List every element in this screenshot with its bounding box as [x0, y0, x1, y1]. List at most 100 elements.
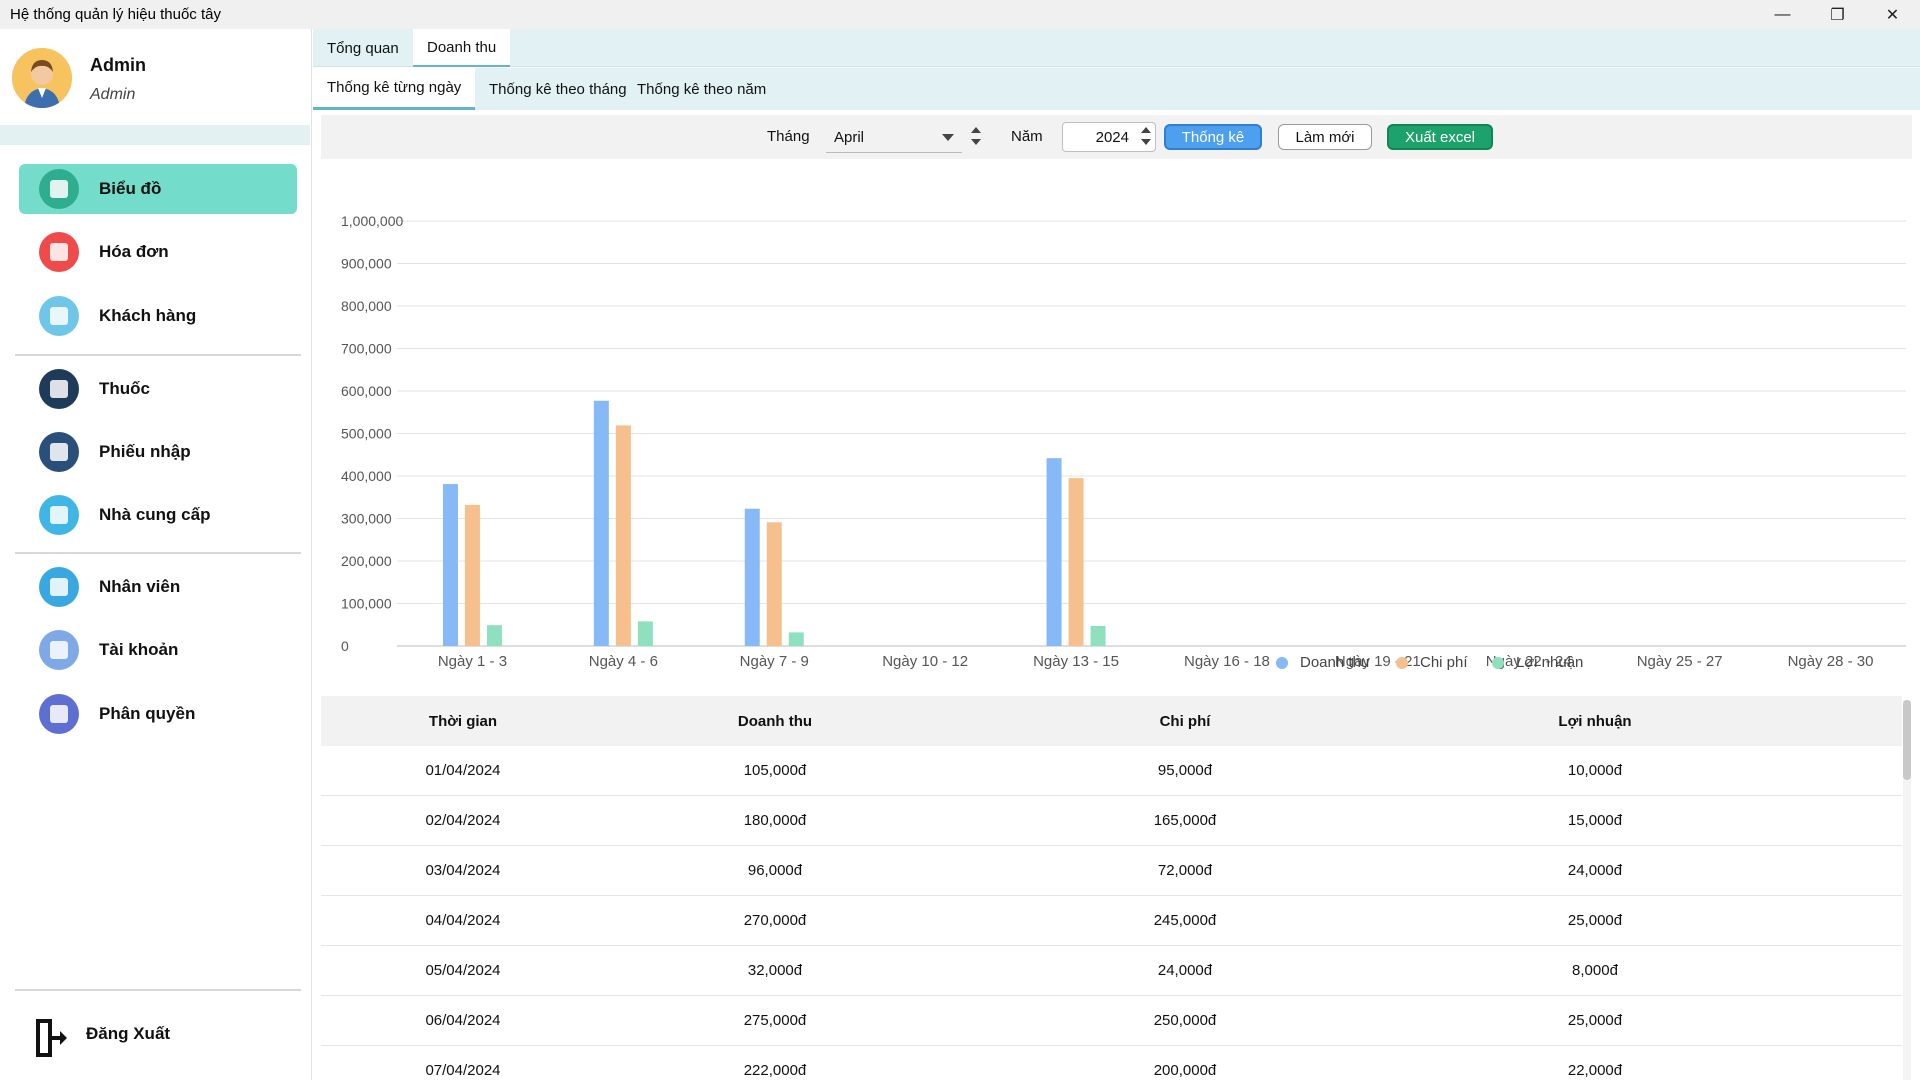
bar-Chi phí[interactable]	[766, 522, 782, 646]
revenue-chart-svg: 1,000,000 900,000 800,000 700,000 600,000 500…	[341, 213, 1906, 670]
bar-Doanh thu[interactable]	[744, 508, 760, 646]
table-cell: 01/04/2024	[425, 762, 501, 779]
sidebar: Admin Admin Biểu đồ Hóa đơn Khách hàng Thuố…	[0, 29, 312, 1080]
y-tick-label: 500,000	[341, 426, 392, 442]
restore-icon: ❐	[1830, 6, 1845, 24]
sidebar-item-6[interactable]: Nhân viên	[19, 562, 297, 612]
month-select[interactable]: April	[826, 121, 962, 153]
spin-down-icon[interactable]	[971, 139, 981, 145]
table-cell: 24,000đ	[1157, 962, 1213, 979]
sidebar-item-5[interactable]: Nhà cung cấp	[19, 490, 297, 540]
year-spinner[interactable]	[1139, 124, 1153, 150]
sidebar-item-label: Khách hàng	[99, 306, 197, 325]
table-cell: 24,000đ	[1567, 862, 1623, 879]
bar-Lợi nhuận[interactable]	[788, 632, 804, 646]
bar-Doanh thu[interactable]	[1046, 458, 1062, 646]
table-cell: 32,000đ	[747, 962, 803, 979]
import-receipt-icon	[39, 432, 79, 472]
account-icon	[39, 630, 79, 670]
table-row[interactable]: 05/04/2024 32,000đ 24,000đ 8,000đ	[321, 946, 1902, 996]
minimize-icon: —	[1774, 5, 1791, 23]
sidebar-item-label: Nhà cung cấp	[99, 505, 211, 524]
window-title: Hệ thống quản lý hiệu thuốc tây	[10, 6, 221, 23]
refresh-button[interactable]: Làm mới	[1278, 124, 1372, 150]
minimize-button[interactable]: —	[1755, 0, 1810, 29]
stats-button-label: Thống kê	[1181, 128, 1245, 146]
table-row[interactable]: 07/04/2024 222,000đ 200,000đ 22,000đ	[321, 1046, 1902, 1080]
header-cost: Chi phí	[1159, 713, 1211, 730]
close-button[interactable]: ✕	[1865, 0, 1920, 29]
invoice-icon-glyph	[50, 243, 68, 261]
sidebar-item-7[interactable]: Tài khoản	[19, 625, 297, 675]
tab-daily-stats[interactable]: Thống kê từng ngày	[313, 68, 476, 110]
y-tick-label: 0	[341, 638, 349, 654]
tab-revenue[interactable]: Doanh thu	[413, 29, 511, 67]
y-tick-label: 200,000	[341, 553, 392, 569]
y-tick-label: 400,000	[341, 468, 392, 484]
tab-monthly-stats[interactable]: Thống kê theo tháng	[475, 68, 641, 110]
customers-icon	[39, 296, 79, 336]
sidebar-item-label: Tài khoản	[99, 640, 179, 659]
bar-Lợi nhuận[interactable]	[637, 621, 653, 646]
chart-icon	[39, 169, 79, 209]
export-excel-button-label: Xuất excel	[1404, 128, 1476, 146]
table-row[interactable]: 01/04/2024 105,000đ 95,000đ 10,000đ	[321, 746, 1902, 796]
employee-icon-glyph	[50, 578, 68, 596]
sidebar-item-3[interactable]: Thuốc	[19, 364, 297, 414]
tab-daily-stats-label: Thống kê từng ngày	[327, 79, 462, 96]
table-row[interactable]: 03/04/2024 96,000đ 72,000đ 24,000đ	[321, 846, 1902, 896]
bar-Chi phí[interactable]	[464, 504, 480, 646]
customers-icon-glyph	[50, 307, 68, 325]
table-cell: 8,000đ	[1572, 962, 1618, 979]
spin-up-icon[interactable]	[971, 127, 981, 133]
table-cell: 165,000đ	[1153, 812, 1217, 829]
sidebar-item-4[interactable]: Phiếu nhập	[19, 427, 297, 477]
logout-button[interactable]: Đăng Xuất	[30, 1009, 290, 1059]
scrollbar-thumb[interactable]	[1903, 700, 1911, 780]
y-tick-label: 300,000	[341, 511, 392, 527]
legend-item[interactable]: Chi phí	[1396, 654, 1468, 671]
table-scrollbar[interactable]	[1903, 700, 1911, 1080]
supplier-icon	[39, 495, 79, 535]
table-cell: 180,000đ	[743, 812, 807, 829]
spin-up-icon[interactable]	[1141, 127, 1151, 133]
month-label: Tháng	[767, 128, 810, 145]
table-cell: 02/04/2024	[425, 812, 501, 829]
table-row[interactable]: 04/04/2024 270,000đ 245,000đ 25,000đ	[321, 896, 1902, 946]
header-revenue: Doanh thu	[737, 713, 813, 730]
bar-Doanh thu[interactable]	[442, 484, 458, 646]
bar-Lợi nhuận[interactable]	[1090, 626, 1106, 646]
table-cell: 15,000đ	[1567, 812, 1623, 829]
tab-yearly-stats-label: Thống kê theo năm	[637, 80, 767, 98]
month-spinner[interactable]	[969, 124, 983, 150]
pill-icon	[39, 369, 79, 409]
bar-Doanh thu[interactable]	[593, 400, 609, 646]
table-cell: 10,000đ	[1567, 762, 1623, 779]
tab-overview[interactable]: Tổng quan	[313, 29, 413, 67]
sidebar-item-1[interactable]: Hóa đơn	[19, 227, 297, 277]
spin-down-icon[interactable]	[1141, 139, 1151, 145]
legend-dot-icon	[1492, 656, 1504, 669]
table-cell: 04/04/2024	[425, 912, 501, 929]
sidebar-item-0[interactable]: Biểu đồ	[19, 164, 297, 214]
table-cell: 222,000đ	[743, 1062, 807, 1079]
table-cell: 25,000đ	[1567, 1012, 1623, 1029]
stats-button[interactable]: Thống kê	[1164, 124, 1262, 150]
bar-Lợi nhuận[interactable]	[486, 625, 502, 646]
restore-button[interactable]: ❐	[1810, 0, 1865, 29]
bar-Chi phí[interactable]	[615, 425, 631, 646]
legend-item[interactable]: Doanh thu	[1276, 654, 1369, 671]
table-row[interactable]: 06/04/2024 275,000đ 250,000đ 25,000đ	[321, 996, 1902, 1046]
title-bar: Hệ thống quản lý hiệu thuốc tây — ❐ ✕	[0, 0, 1920, 29]
legend-item[interactable]: Lợi nhuận	[1492, 654, 1583, 671]
export-excel-button[interactable]: Xuất excel	[1387, 124, 1493, 150]
y-tick-label: 600,000	[341, 383, 392, 399]
table-row[interactable]: 02/04/2024 180,000đ 165,000đ 15,000đ	[321, 796, 1902, 846]
permission-lock-icon	[39, 694, 79, 734]
tab-yearly-stats[interactable]: Thống kê theo năm	[623, 68, 780, 110]
bar-Chi phí[interactable]	[1068, 478, 1084, 646]
sidebar-item-8[interactable]: Phân quyền	[19, 689, 297, 739]
sidebar-item-2[interactable]: Khách hàng	[19, 291, 297, 341]
pill-icon-glyph	[50, 380, 68, 398]
year-input[interactable]: 2024	[1062, 122, 1156, 152]
